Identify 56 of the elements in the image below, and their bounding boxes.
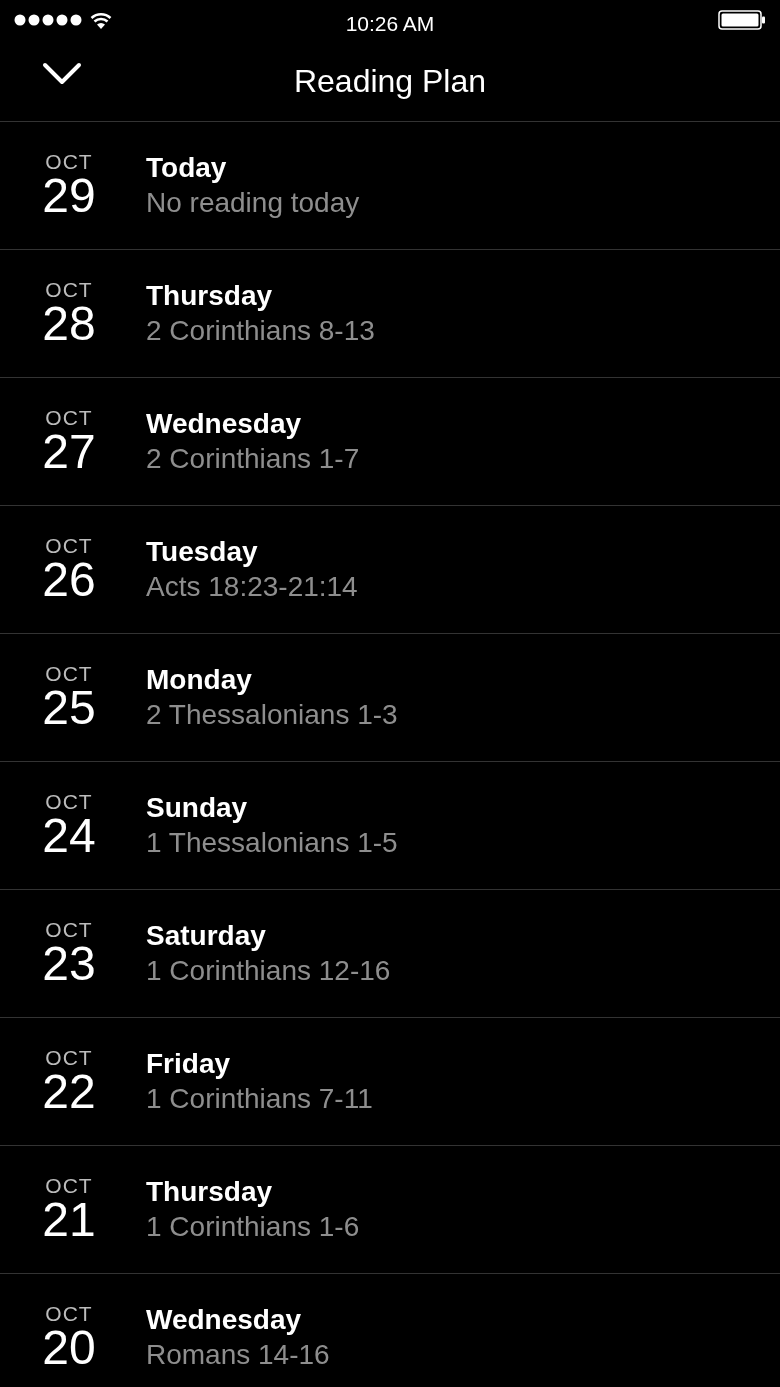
reading-row[interactable]: OCT 21 Thursday 1 Corinthians 1-6	[0, 1146, 780, 1274]
reading-passage: No reading today	[146, 185, 360, 220]
day-title: Monday	[146, 663, 252, 697]
date-month: OCT	[45, 1175, 93, 1196]
reading-row[interactable]: OCT 24 Sunday 1 Thessalonians 1-5	[0, 762, 780, 890]
date-day: 23	[42, 940, 96, 988]
battery-icon	[718, 10, 766, 30]
reading-passage: Romans 14-16	[146, 1337, 330, 1372]
reading-passage: 1 Corinthians 1-6	[146, 1209, 360, 1244]
day-title: Wednesday	[146, 1303, 302, 1337]
day-title: Sunday	[146, 791, 248, 825]
status-time: 10:26 AM	[345, 11, 435, 37]
date-day: 29	[42, 172, 96, 220]
date-month: OCT	[45, 151, 93, 172]
day-title: Thursday	[146, 279, 273, 313]
reading-passage: 1 Thessalonians 1-5	[146, 825, 398, 860]
date-day: 20	[42, 1324, 96, 1372]
date-day: 26	[42, 556, 96, 604]
day-title: Saturday	[146, 919, 266, 953]
reading-passage: 1 Corinthians 7-11	[146, 1081, 373, 1116]
reading-row[interactable]: OCT 20 Wednesday Romans 14-16	[0, 1274, 780, 1387]
date-month: OCT	[45, 1047, 93, 1068]
reading-row[interactable]: OCT 23 Saturday 1 Corinthians 12-16	[0, 890, 780, 1018]
reading-passage: 2 Corinthians 8-13	[146, 313, 375, 348]
day-title: Today	[146, 151, 227, 185]
date-day: 27	[42, 428, 96, 476]
date-month: OCT	[45, 919, 93, 940]
reading-row[interactable]: OCT 29 Today No reading today	[0, 122, 780, 250]
reading-passage: Acts 18:23-21:14	[146, 569, 358, 604]
screen-title: Reading Plan	[293, 61, 487, 101]
date-day: 21	[42, 1196, 96, 1244]
date-month: OCT	[45, 407, 93, 428]
reading-row[interactable]: OCT 26 Tuesday Acts 18:23-21:14	[0, 506, 780, 634]
day-title: Friday	[146, 1047, 231, 1081]
reading-passage: 2 Thessalonians 1-3	[146, 697, 398, 732]
date-day: 28	[42, 300, 96, 348]
signal-icon	[14, 13, 82, 27]
reading-passage: 1 Corinthians 12-16	[146, 953, 391, 988]
date-month: OCT	[45, 663, 93, 684]
wifi-icon	[90, 11, 112, 29]
reading-passage: 2 Corinthians 1-7	[146, 441, 360, 476]
chevron-down-icon[interactable]	[42, 62, 82, 86]
date-month: OCT	[45, 279, 93, 300]
date-day: 22	[42, 1068, 96, 1116]
date-month: OCT	[45, 791, 93, 812]
date-day: 25	[42, 684, 96, 732]
day-title: Tuesday	[146, 535, 258, 569]
date-month: OCT	[45, 1303, 93, 1324]
day-title: Thursday	[146, 1175, 273, 1209]
reading-row[interactable]: OCT 28 Thursday 2 Corinthians 8-13	[0, 250, 780, 378]
reading-row[interactable]: OCT 27 Wednesday 2 Corinthians 1-7	[0, 378, 780, 506]
date-month: OCT	[45, 535, 93, 556]
reading-row[interactable]: OCT 25 Monday 2 Thessalonians 1-3	[0, 634, 780, 762]
reading-row[interactable]: OCT 22 Friday 1 Corinthians 7-11	[0, 1018, 780, 1146]
day-title: Wednesday	[146, 407, 302, 441]
date-day: 24	[42, 812, 96, 860]
